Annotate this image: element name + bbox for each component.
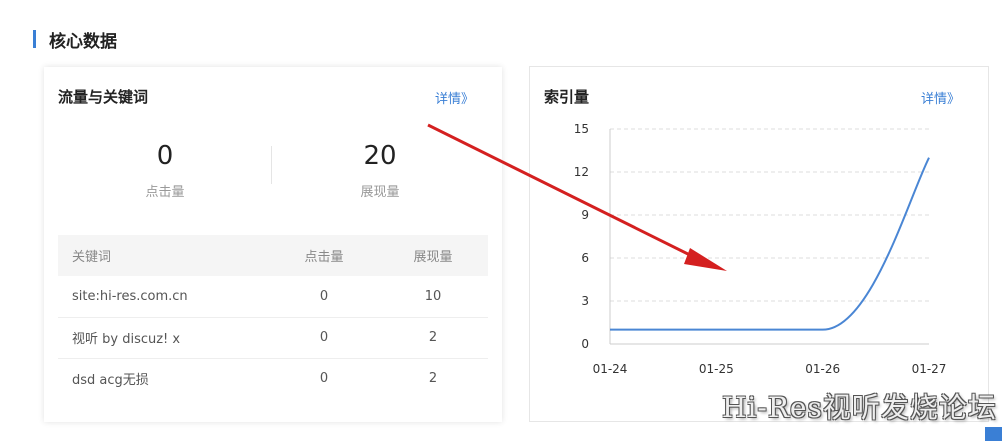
traffic-detail-link[interactable]: 详情》 xyxy=(435,88,474,107)
x-tick-label: 01-26 xyxy=(805,362,840,376)
x-tick-label: 01-27 xyxy=(912,362,947,376)
clicks-cell: 0 xyxy=(270,276,378,318)
stat-divider xyxy=(271,146,272,184)
index-volume-card: 索引量 详情》 0 3 6 9 12 15 01-24 01-25 01-26 01-27 xyxy=(529,66,989,422)
y-tick-label: 3 xyxy=(581,294,589,308)
table-row: dsd acg无损 0 2 xyxy=(58,358,488,399)
table-row: site:hi-res.com.cn 0 10 xyxy=(58,276,488,318)
keyword-cell: dsd acg无损 xyxy=(72,373,149,389)
series-line xyxy=(610,157,930,331)
impressions-cell: 2 xyxy=(428,371,438,387)
clicks-cell: 0 xyxy=(270,317,378,359)
clicks-cell: 0 xyxy=(319,371,329,387)
y-tick-label: 6 xyxy=(581,251,589,265)
table-row: 视听 by discuz! x 0 2 xyxy=(58,317,488,359)
y-tick-label: 15 xyxy=(574,122,589,136)
stat-clicks: 0 点击量 xyxy=(85,141,245,200)
traffic-keywords-card: 流量与关键词 详情》 0 点击量 20 展现量 关键词 点击量 展现量 site… xyxy=(44,67,502,422)
y-tick-label: 12 xyxy=(574,165,589,179)
stat-impressions: 20 展现量 xyxy=(300,141,460,200)
traffic-card-title: 流量与关键词 xyxy=(58,88,149,106)
header-impressions[interactable]: 展现量 xyxy=(378,235,488,276)
section-header: 核心数据 xyxy=(33,28,117,52)
header-clicks[interactable]: 点击量 xyxy=(270,235,378,276)
stat-impressions-value: 20 xyxy=(363,141,397,171)
stat-clicks-value: 0 xyxy=(156,141,174,171)
y-tick-label: 0 xyxy=(581,337,589,351)
x-tick-label: 01-25 xyxy=(699,362,734,376)
x-tick-label: 01-24 xyxy=(593,362,628,376)
index-chart: 0 3 6 9 12 15 01-24 01-25 01-26 01-27 xyxy=(574,122,947,376)
section-accent-bar xyxy=(33,30,36,48)
stat-impressions-label: 展现量 xyxy=(360,185,400,200)
section-title: 核心数据 xyxy=(49,31,117,52)
header-keyword[interactable]: 关键词 xyxy=(58,235,270,276)
impressions-cell: 10 xyxy=(378,276,488,318)
keyword-table: 关键词 点击量 展现量 site:hi-res.com.cn 0 10 视听 b… xyxy=(58,235,488,399)
keyword-cell: 视听 by discuz! x xyxy=(58,317,270,359)
page: 核心数据 流量与关键词 详情》 0 点击量 20 展现量 关键词 点击量 展现量 xyxy=(0,0,1002,441)
keyword-table-header: 关键词 点击量 展现量 xyxy=(58,235,488,276)
y-tick-label: 9 xyxy=(581,208,589,222)
impressions-cell: 2 xyxy=(378,317,488,359)
watermark: Hi-Res视听发烧论坛 xyxy=(722,391,997,424)
stat-clicks-label: 点击量 xyxy=(145,185,185,200)
keyword-cell: site:hi-res.com.cn xyxy=(58,276,270,318)
corner-button[interactable] xyxy=(985,427,1002,441)
